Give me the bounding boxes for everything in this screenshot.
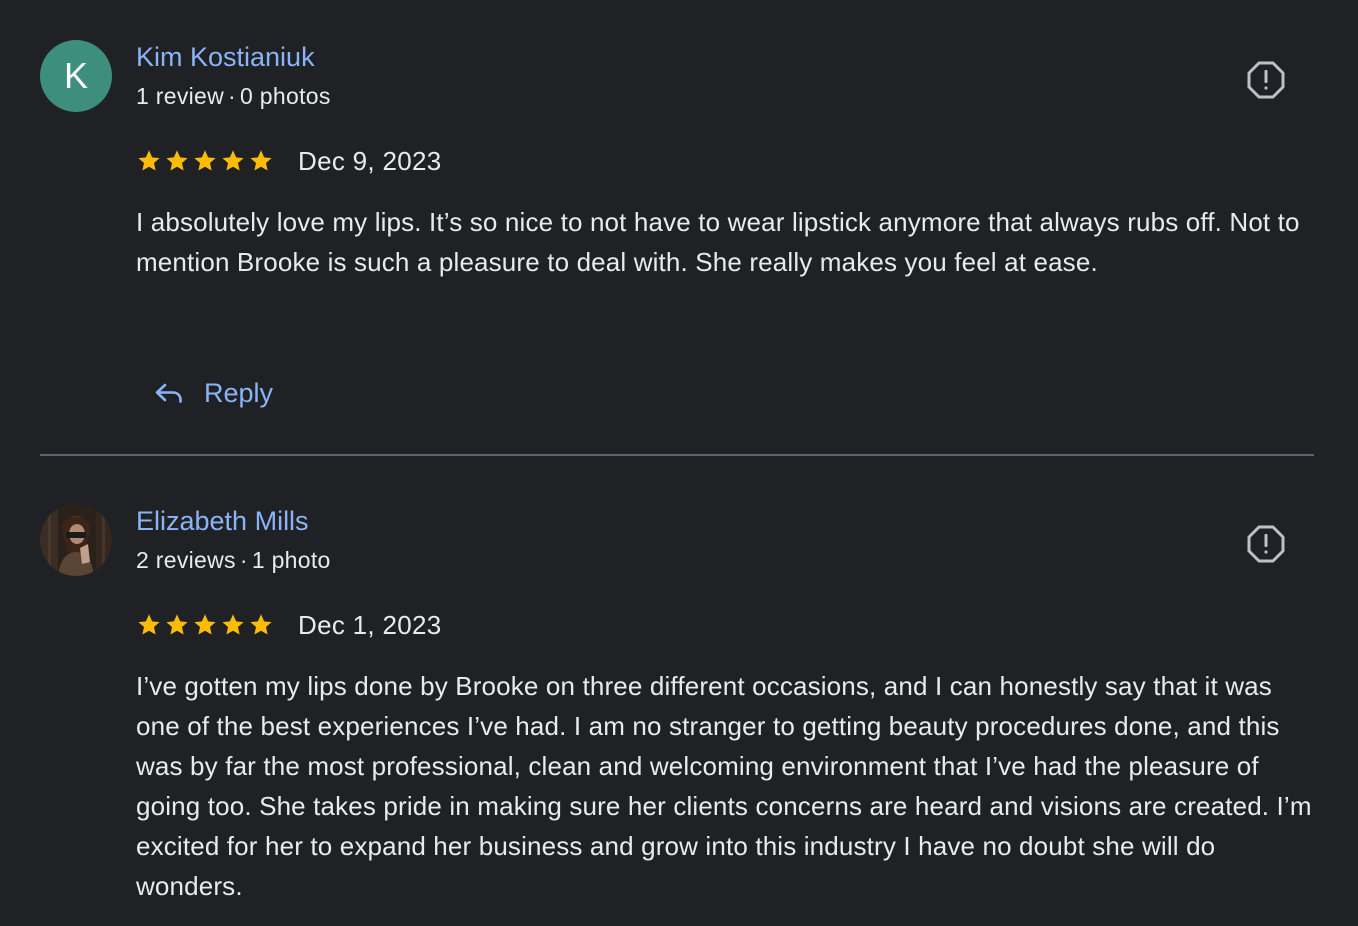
reviews-count: 1 review <box>136 83 225 109</box>
report-flag-icon[interactable] <box>1246 524 1286 564</box>
star-icon <box>166 614 188 635</box>
star-icon <box>250 614 272 635</box>
avatar[interactable] <box>40 504 112 576</box>
meta-separator: · <box>228 83 237 109</box>
photos-count: 1 photo <box>251 547 331 573</box>
author-meta: 2 reviews · 1 photo <box>136 547 331 574</box>
star-icon <box>138 150 160 171</box>
reviews-count: 2 reviews <box>136 547 236 573</box>
divider <box>40 454 1314 456</box>
review-text: I absolutely love my lips. It’s so nice … <box>136 207 1300 277</box>
avatar[interactable]: K <box>40 40 112 112</box>
review-text: I’ve gotten my lips done by Brooke on th… <box>136 671 1312 901</box>
photos-count: 0 photos <box>240 83 331 109</box>
star-icon <box>250 150 272 171</box>
avatar-photo-icon <box>40 504 112 576</box>
star-icon <box>194 150 216 171</box>
reply-arrow-icon <box>155 383 182 403</box>
rating-row: Dec 1, 2023 <box>136 608 442 642</box>
star-rating <box>136 612 274 638</box>
report-flag-icon[interactable] <box>1246 60 1286 100</box>
review-date: Dec 1, 2023 <box>298 609 442 640</box>
author-name[interactable]: Kim Kostianiuk <box>136 42 315 73</box>
star-icon <box>138 614 160 635</box>
review-date: Dec 9, 2023 <box>298 145 442 176</box>
author-meta: 1 review · 0 photos <box>136 83 331 110</box>
star-rating <box>136 148 274 174</box>
reply-button[interactable]: Reply <box>152 376 273 410</box>
reviews-page: K Kim Kostianiuk 1 review · 0 photos Dec 9… <box>0 0 1358 926</box>
reply-label: Reply <box>204 377 274 408</box>
star-icon <box>222 614 244 635</box>
star-icon <box>222 150 244 171</box>
star-icon <box>166 150 188 171</box>
star-icon <box>194 614 216 635</box>
meta-separator: · <box>239 547 248 573</box>
author-name[interactable]: Elizabeth Mills <box>136 506 309 537</box>
rating-row: Dec 9, 2023 <box>136 144 442 178</box>
